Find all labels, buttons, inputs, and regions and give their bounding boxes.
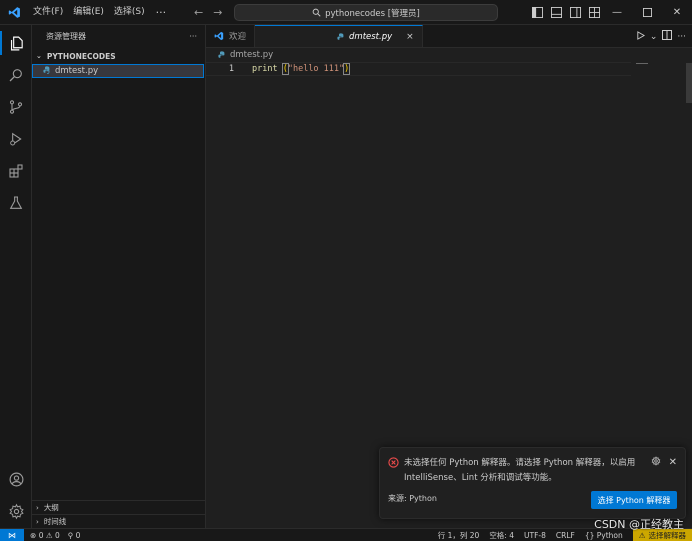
close-window-icon[interactable]: ✕ xyxy=(662,0,692,25)
vscode-tab-icon xyxy=(214,31,224,41)
explorer-title: 资源管理器 xyxy=(46,31,86,41)
maximize-icon[interactable] xyxy=(632,0,662,25)
explorer-icon[interactable] xyxy=(0,27,32,59)
testing-flask-icon[interactable] xyxy=(0,187,32,219)
csdn-watermark: CSDN @正经教主 xyxy=(594,518,684,531)
split-editor-icon[interactable] xyxy=(662,30,673,43)
notification-actions: ✕ xyxy=(651,456,677,469)
source-control-icon[interactable] xyxy=(0,91,32,123)
activity-bar xyxy=(0,25,32,528)
status-bar: ⋈ ⊗ 0 ⚠ 0 ⚲ 0 行 1，列 20 空格: 4 UTF-8 CRLF … xyxy=(0,528,692,541)
workspace-folder-label: PYTHONECODES xyxy=(46,51,116,61)
tab-dmtest[interactable]: dmtest.py × xyxy=(255,25,423,47)
menu-edit[interactable]: 编辑(E) xyxy=(68,0,109,25)
account-icon[interactable] xyxy=(0,463,32,495)
menu-file[interactable]: 文件(F) xyxy=(28,0,68,25)
code-line[interactable]: 1 print ("hello 111") xyxy=(206,62,631,76)
extensions-icon[interactable] xyxy=(0,155,32,187)
problems-indicator[interactable]: ⊗ 0 ⚠ 0 xyxy=(30,531,60,540)
title-bar: 文件(F) 编辑(E) 选择(S) ··· ← → pythonecodes [… xyxy=(0,0,692,25)
code-text[interactable]: print ("hello 111") xyxy=(252,63,351,75)
minimap[interactable] xyxy=(636,63,648,64)
window-controls: — ✕ xyxy=(602,0,692,25)
notification-text: 未选择任何 Python 解释器。请选择 Python 解释器，以启用 Inte… xyxy=(404,458,636,483)
breadcrumb-file[interactable]: dmtest.py xyxy=(230,50,273,60)
run-file-icon[interactable] xyxy=(636,30,645,43)
cursor-position[interactable]: 行 1，列 20 xyxy=(438,530,480,541)
notification-message: 未选择任何 Python 解释器。请选择 Python 解释器，以启用 Inte… xyxy=(388,456,643,486)
status-left: ⊗ 0 ⚠ 0 ⚲ 0 xyxy=(30,531,80,540)
minimize-icon[interactable]: — xyxy=(602,0,632,25)
encoding[interactable]: UTF-8 xyxy=(524,531,546,540)
chevron-right-icon: › xyxy=(36,503,39,512)
line-number: 1 xyxy=(228,64,234,74)
layout-controls xyxy=(530,0,601,25)
back-arrow-icon[interactable]: ← xyxy=(194,6,203,19)
run-dropdown-chevron-icon[interactable]: ⌄ xyxy=(650,32,658,42)
warning-count-icon: ⚠ xyxy=(45,530,53,540)
remote-indicator-icon[interactable]: ⋈ xyxy=(0,528,24,541)
explorer-header: 资源管理器 ··· xyxy=(32,25,205,47)
toggle-secondary-sidebar-icon[interactable] xyxy=(568,6,582,20)
command-center-text: pythonecodes [管理员] xyxy=(325,8,420,19)
python-file-icon xyxy=(43,65,51,77)
editor-tabs: 欢迎 dmtest.py × ⌄ ··· xyxy=(206,25,692,48)
tab-welcome-label: 欢迎 xyxy=(229,32,247,42)
menu-bar: 文件(F) 编辑(E) 选择(S) ··· xyxy=(28,0,172,25)
notification-settings-gear-icon[interactable] xyxy=(651,456,661,469)
chevron-down-icon: ⌄ xyxy=(36,52,42,60)
explorer-sidebar: 资源管理器 ··· ⌄ PYTHONECODES dmtest.py › 大纲 … xyxy=(32,25,206,528)
search-icon xyxy=(312,8,321,17)
forward-arrow-icon[interactable]: → xyxy=(213,6,222,19)
ports-icon: ⚲ xyxy=(67,530,74,540)
tab-welcome[interactable]: 欢迎 xyxy=(206,25,256,47)
timeline-label: 时间线 xyxy=(43,517,67,526)
notification-close-icon[interactable]: ✕ xyxy=(669,457,677,468)
search-view-icon[interactable] xyxy=(0,59,32,91)
code-close-paren: ) xyxy=(343,63,351,75)
outline-label: 大纲 xyxy=(43,503,59,512)
customize-layout-icon[interactable] xyxy=(587,6,601,20)
command-center-search[interactable]: pythonecodes [管理员] xyxy=(234,4,498,21)
python-file-icon xyxy=(218,51,225,58)
outline-section[interactable]: › 大纲 xyxy=(32,500,205,514)
menu-selection[interactable]: 选择(S) xyxy=(109,0,150,25)
workspace-folder[interactable]: ⌄ PYTHONECODES xyxy=(32,49,205,63)
notification-toast: 未选择任何 Python 解释器。请选择 Python 解释器，以启用 Inte… xyxy=(379,447,686,519)
timeline-section[interactable]: › 时间线 xyxy=(32,514,205,528)
explorer-more-icon[interactable]: ··· xyxy=(189,32,197,41)
code-string: "hello 111" xyxy=(287,64,345,74)
ports-indicator[interactable]: ⚲ 0 xyxy=(68,531,81,540)
file-item-label: dmtest.py xyxy=(55,66,99,76)
menu-more-icon[interactable]: ··· xyxy=(150,6,173,19)
toggle-primary-sidebar-icon[interactable] xyxy=(530,6,544,20)
indentation[interactable]: 空格: 4 xyxy=(489,530,514,541)
line-ending[interactable]: CRLF xyxy=(556,531,575,540)
editor-actions: ⌄ ··· xyxy=(636,25,686,48)
error-count: 0 xyxy=(38,530,44,540)
warning-count: 0 xyxy=(54,530,60,540)
braces-icon: {} xyxy=(584,530,595,540)
select-interpreter-button[interactable]: 选择 Python 解释器 xyxy=(591,491,677,509)
file-item-dmtest[interactable]: dmtest.py xyxy=(32,64,204,78)
python-file-icon xyxy=(337,32,344,40)
navigation-arrows: ← → xyxy=(194,0,222,25)
vscode-logo-icon xyxy=(0,0,28,25)
run-debug-icon[interactable] xyxy=(0,123,32,155)
editor-more-icon[interactable]: ··· xyxy=(677,32,686,42)
ports-count: 0 xyxy=(75,530,81,540)
vertical-scrollbar[interactable] xyxy=(686,63,692,103)
error-icon xyxy=(388,457,400,486)
close-tab-icon[interactable]: × xyxy=(406,32,414,42)
error-count-icon: ⊗ xyxy=(30,530,37,540)
notification-source: 来源: Python xyxy=(388,494,437,503)
code-keyword: print xyxy=(252,64,278,74)
chevron-right-icon: › xyxy=(36,517,39,526)
tab-dmtest-label: dmtest.py xyxy=(349,31,393,42)
breadcrumb: dmtest.py xyxy=(206,48,692,62)
manage-gear-icon[interactable] xyxy=(0,495,32,527)
toggle-panel-icon[interactable] xyxy=(549,6,563,20)
